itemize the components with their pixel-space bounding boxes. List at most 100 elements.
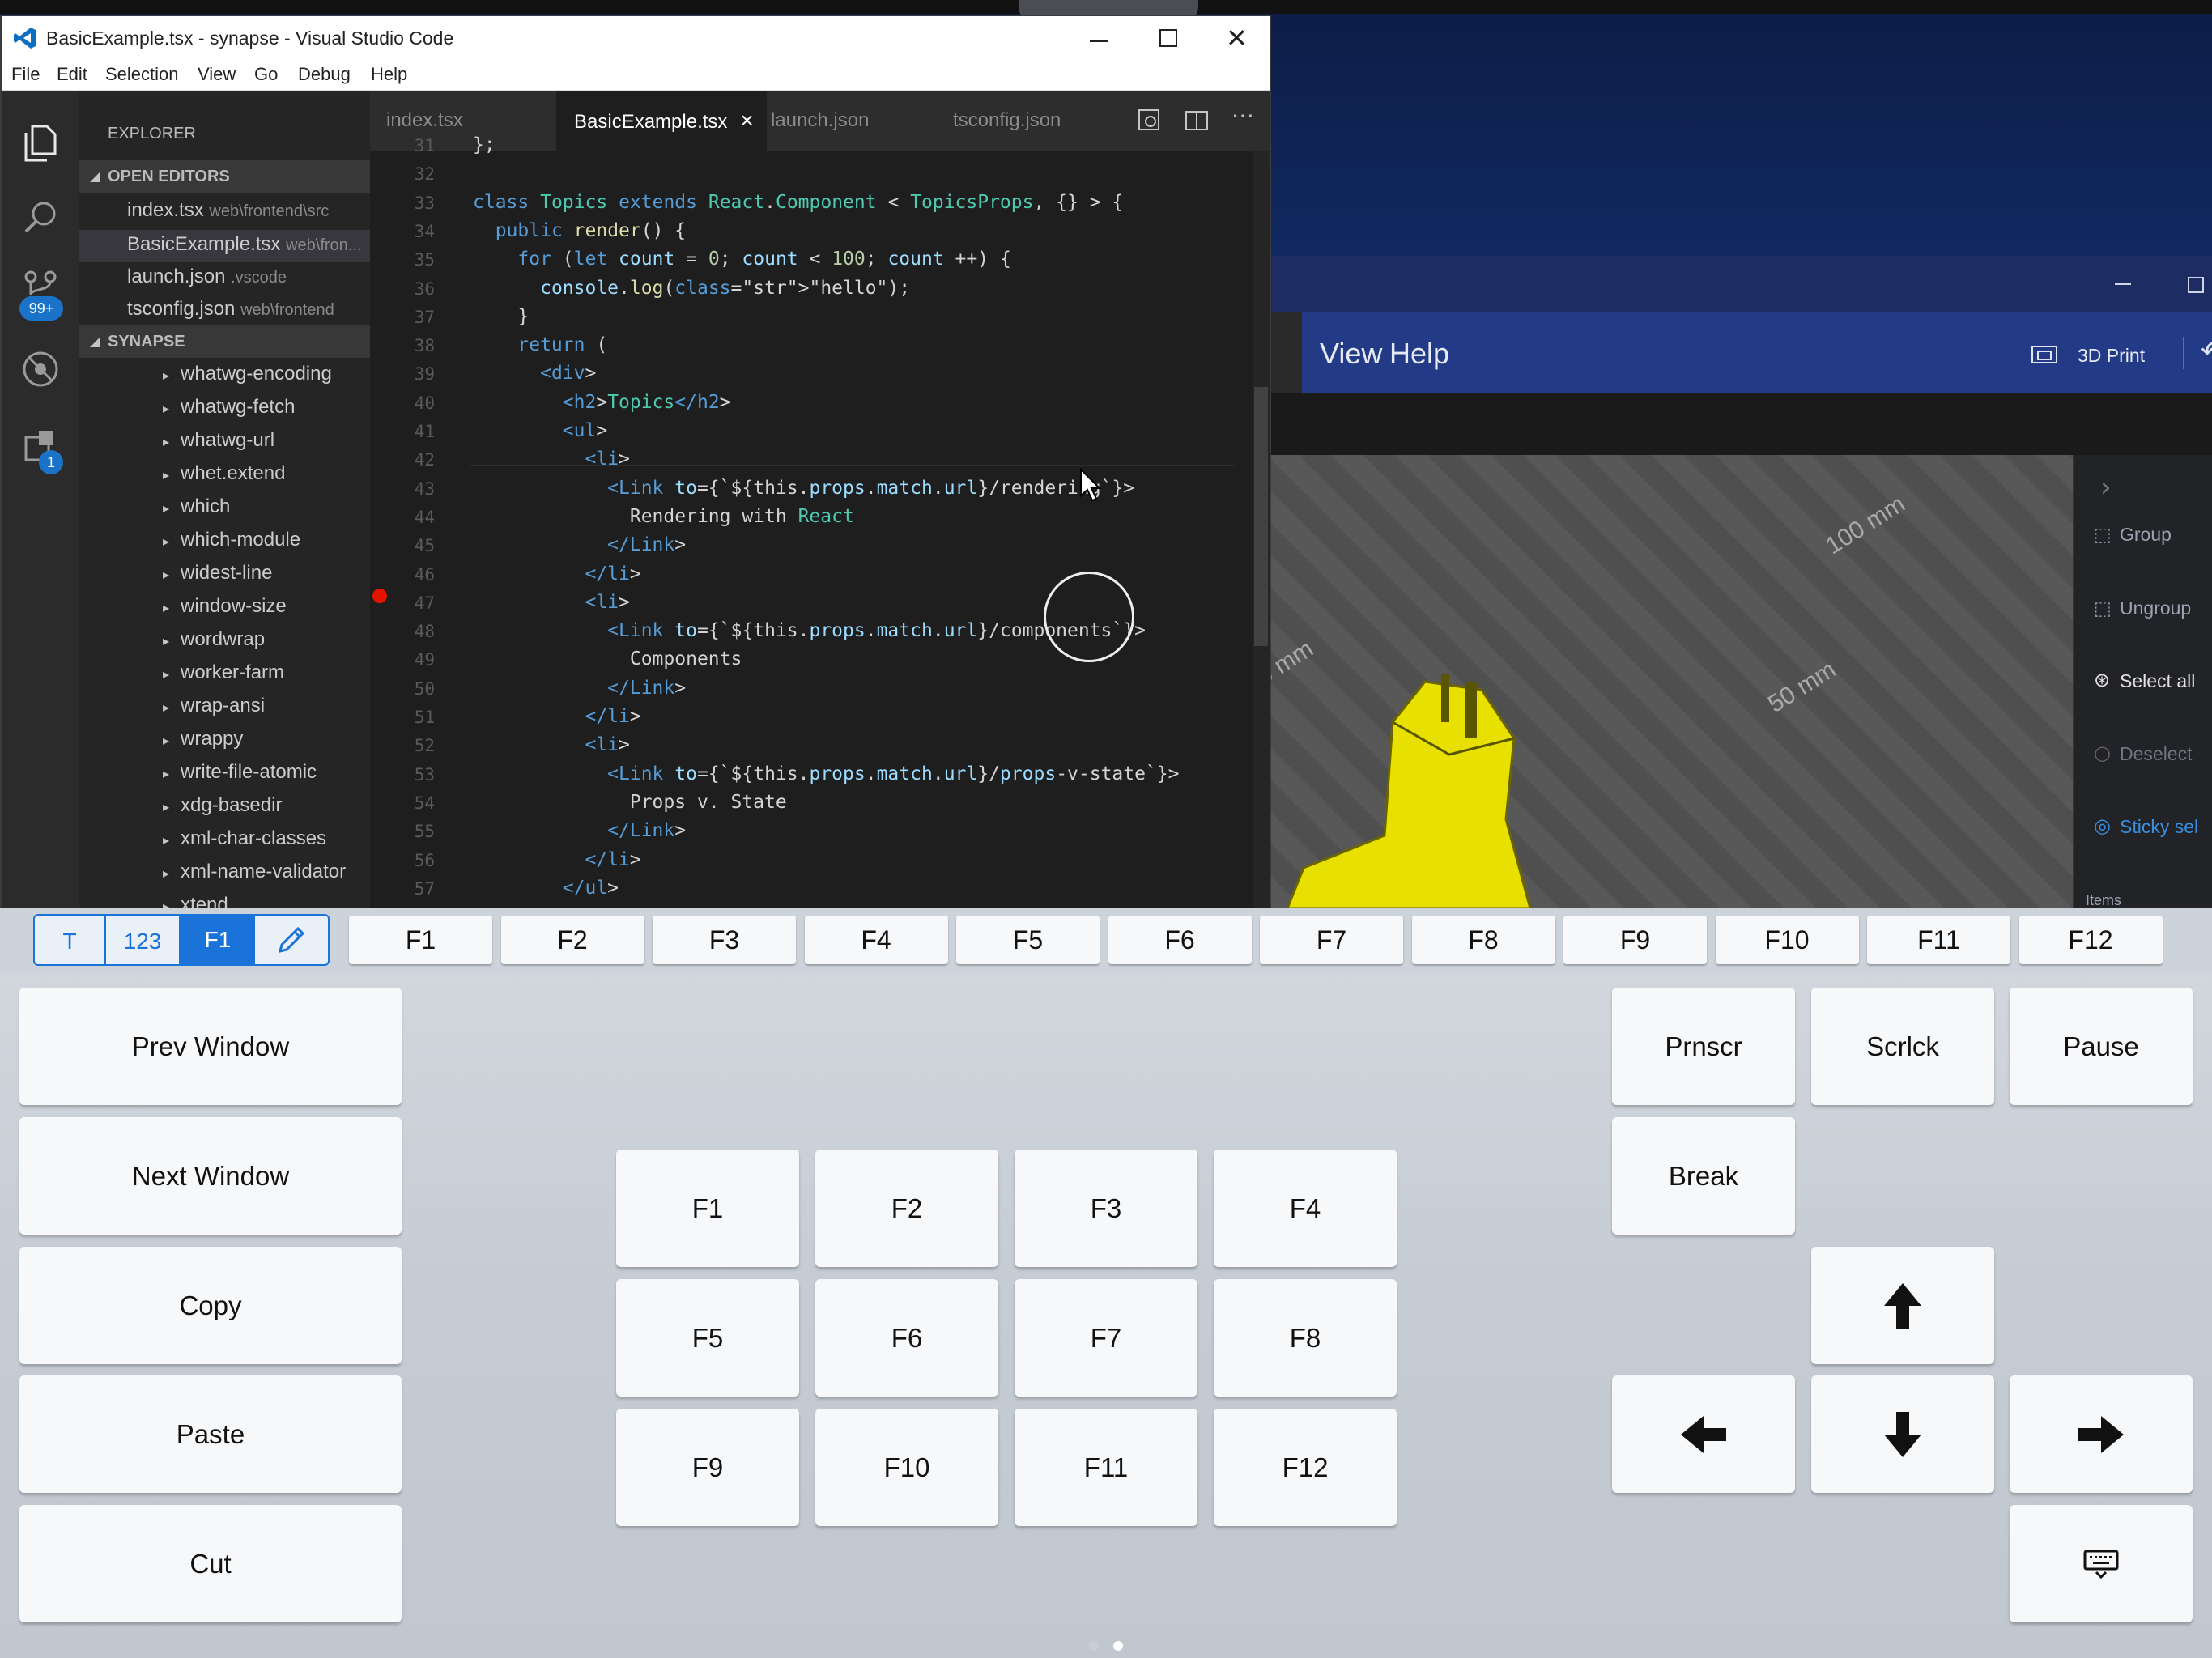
fbar-key-f7[interactable]: F7 <box>1260 916 1403 964</box>
folder-item[interactable]: ▸ wrap-ansi <box>163 695 265 717</box>
folder-item[interactable]: ▸ whatwg-fetch <box>163 396 295 419</box>
grid-key-f2[interactable]: F2 <box>815 1150 998 1267</box>
select-all-button[interactable]: Select all <box>2120 670 2195 692</box>
fbar-key-f6[interactable]: F6 <box>1108 916 1252 964</box>
tab-basic-example[interactable]: BasicExample.tsx × <box>556 91 767 151</box>
arrow-right-key[interactable] <box>2010 1375 2193 1493</box>
fbar-key-f12[interactable]: F12 <box>2018 916 2163 964</box>
break-key[interactable]: Break <box>1612 1117 1795 1235</box>
builder-menu-help[interactable]: Help <box>1389 337 1449 371</box>
minimize-icon[interactable] <box>2115 283 2131 285</box>
menu-selection[interactable]: Selection <box>105 64 179 85</box>
yellow-3d-model[interactable] <box>1271 657 1644 908</box>
folder-item[interactable]: ▸ write-file-atomic <box>163 761 317 784</box>
hide-keyboard-button[interactable] <box>2010 1505 2193 1622</box>
chevron-right-icon[interactable]: › <box>2100 471 2112 504</box>
grid-key-f5[interactable]: F5 <box>616 1279 799 1397</box>
scrollbar-thumb[interactable] <box>1254 387 1268 646</box>
fbar-key-f2[interactable]: F2 <box>500 916 644 964</box>
split-editor-icon[interactable] <box>1185 108 1209 133</box>
breakpoint-icon[interactable] <box>372 589 387 603</box>
menu-file[interactable]: File <box>11 64 40 85</box>
mode-text-button[interactable]: T <box>33 914 106 966</box>
project-header[interactable]: ◢ SYNAPSE <box>79 325 370 358</box>
arrow-left-key[interactable] <box>1612 1375 1795 1493</box>
undo-icon[interactable]: ↶ <box>2201 335 2212 368</box>
grid-key-f7[interactable]: F7 <box>1015 1279 1197 1397</box>
open-editor-item[interactable]: launch.json .vscode <box>127 266 287 288</box>
menu-edit[interactable]: Edit <box>57 64 87 85</box>
paste-button[interactable]: Paste <box>19 1375 402 1493</box>
close-tab-icon[interactable]: × <box>740 108 753 133</box>
scroll-lock-key[interactable]: Scrlck <box>1811 988 1994 1105</box>
minimize-icon[interactable] <box>1090 40 1108 42</box>
fbar-key-f8[interactable]: F8 <box>1411 916 1555 964</box>
folder-item[interactable]: ▸ xdg-basedir <box>163 794 282 817</box>
grid-key-f11[interactable]: F11 <box>1015 1409 1197 1526</box>
folder-item[interactable]: ▸ whatwg-encoding <box>163 363 332 385</box>
3d-viewport[interactable]: 100 mm 50 mm 0 mm <box>1253 455 2073 908</box>
folder-item[interactable]: ▸ which <box>163 495 230 518</box>
deselect-button[interactable]: Deselect <box>2120 743 2192 765</box>
fbar-key-f9[interactable]: F9 <box>1563 916 1707 964</box>
open-editors-header[interactable]: ◢ OPEN EDITORS <box>79 160 370 193</box>
folder-item[interactable]: ▸ wrappy <box>163 728 243 750</box>
cut-button[interactable]: Cut <box>19 1505 402 1622</box>
open-editor-item[interactable]: index.tsx web\frontend\src <box>127 199 329 222</box>
grid-key-f10[interactable]: F10 <box>815 1409 998 1526</box>
grid-key-f12[interactable]: F12 <box>1214 1409 1397 1526</box>
maximize-icon[interactable] <box>2188 277 2204 293</box>
arrow-down-key[interactable] <box>1811 1375 1994 1493</box>
open-editor-item[interactable]: tsconfig.json web\frontend <box>127 298 334 321</box>
grid-key-f8[interactable]: F8 <box>1214 1279 1397 1397</box>
3d-print-button[interactable]: 3D Print <box>2078 345 2145 367</box>
page-dot-2-active[interactable] <box>1113 1641 1123 1651</box>
folder-item[interactable]: ▸ whet.extend <box>163 462 285 485</box>
menu-help[interactable]: Help <box>371 64 407 85</box>
open-editor-item[interactable]: BasicExample.tsx web\fron... <box>127 233 361 256</box>
maximize-icon[interactable] <box>1159 29 1177 47</box>
close-icon[interactable]: ✕ <box>1226 23 1248 53</box>
tab-tsconfig[interactable]: tsconfig.json <box>953 91 1123 151</box>
pause-key[interactable]: Pause <box>2010 988 2193 1105</box>
folder-item[interactable]: ▸ worker-farm <box>163 661 284 684</box>
folder-item[interactable]: ▸ which-module <box>163 529 300 551</box>
scrollbar[interactable] <box>1253 151 1270 910</box>
ungroup-button[interactable]: Ungroup <box>2120 597 2191 619</box>
fbar-key-f1[interactable]: F1 <box>349 916 492 964</box>
copy-button[interactable]: Copy <box>19 1247 402 1364</box>
fbar-key-f11[interactable]: F11 <box>1867 916 2010 964</box>
folder-item[interactable]: ▸ wordwrap <box>163 628 265 651</box>
folder-item[interactable]: ▸ widest-line <box>163 562 272 585</box>
grid-key-f9[interactable]: F9 <box>616 1409 799 1526</box>
fbar-key-f4[interactable]: F4 <box>804 916 948 964</box>
menu-go[interactable]: Go <box>254 64 278 85</box>
debug-icon[interactable] <box>21 350 60 389</box>
sticky-select-button[interactable]: Sticky sel <box>2120 816 2198 838</box>
mode-draw-button[interactable] <box>255 914 330 966</box>
prev-window-button[interactable]: Prev Window <box>19 988 402 1105</box>
mode-function-button[interactable]: F1 <box>181 914 255 966</box>
more-actions-icon[interactable]: ⋯ <box>1231 102 1254 129</box>
grid-key-f1[interactable]: F1 <box>616 1150 799 1267</box>
next-window-button[interactable]: Next Window <box>19 1117 402 1235</box>
files-icon[interactable] <box>23 125 57 162</box>
page-dot-1[interactable] <box>1089 1641 1099 1651</box>
grid-key-f3[interactable]: F3 <box>1015 1150 1197 1267</box>
search-icon[interactable] <box>23 199 58 235</box>
print-screen-key[interactable]: Prnscr <box>1612 988 1795 1105</box>
fbar-key-f3[interactable]: F3 <box>653 916 796 964</box>
folder-item[interactable]: ▸ xml-char-classes <box>163 827 326 850</box>
fbar-key-f10[interactable]: F10 <box>1715 916 1859 964</box>
folder-item[interactable]: ▸ window-size <box>163 595 287 618</box>
grid-key-f4[interactable]: F4 <box>1214 1150 1397 1267</box>
arrow-up-key[interactable] <box>1811 1247 1994 1364</box>
menu-debug[interactable]: Debug <box>298 64 351 85</box>
code-editor[interactable]: 31 32 33 34 35 36 37 38 39 40 41 42 43 44 45 46 47 48 49 50… <box>370 134 1270 910</box>
menu-view[interactable]: View <box>198 64 236 85</box>
builder-menu-view[interactable]: View <box>1320 337 1382 371</box>
mode-numbers-button[interactable]: 123 <box>106 914 181 966</box>
group-button[interactable]: Group <box>2120 524 2172 546</box>
folder-item[interactable]: ▸ whatwg-url <box>163 429 274 452</box>
open-changes-icon[interactable] <box>1138 108 1162 133</box>
